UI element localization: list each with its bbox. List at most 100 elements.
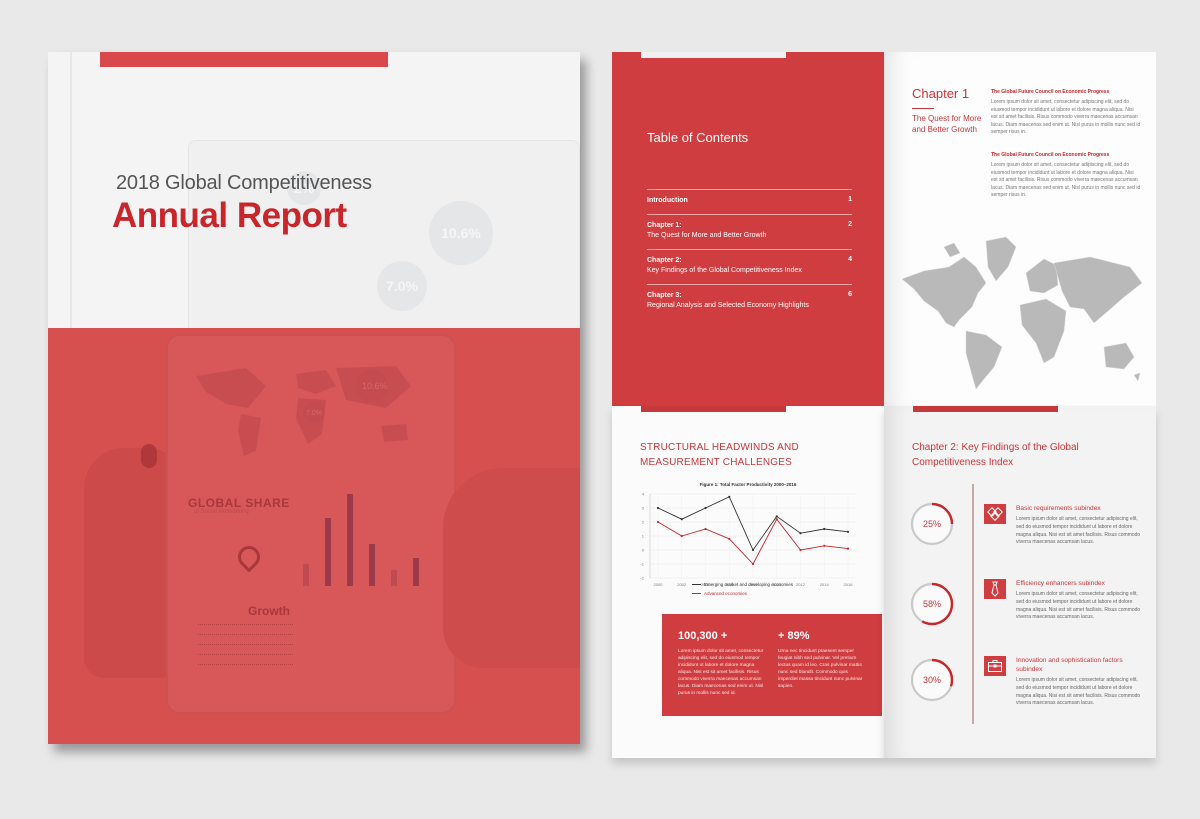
toc-item-subtitle: Regional Analysis and Selected Economy H…: [647, 302, 809, 309]
tablet-growth-row: [198, 644, 293, 649]
data-point: [846, 547, 850, 550]
toc-item-page: 1: [848, 196, 852, 203]
tablet-panel-subtitle: of Social Networking: [194, 509, 249, 515]
x-tick-label: 2012: [796, 582, 806, 587]
data-point: [680, 534, 683, 538]
cover-title: Annual Report: [112, 196, 347, 235]
toc-item-introduction[interactable]: Introduction 1: [647, 189, 852, 214]
legend-item-emerging: Emerging market and developing economies: [692, 580, 793, 589]
legend-item-advanced: Advanced economies: [692, 589, 793, 598]
toc-item-heading: Introduction: [647, 197, 688, 204]
finding-basic-requirements: Basic requirements subindex Lorem ipsum …: [984, 504, 1144, 564]
toc-item-chapter-2[interactable]: Chapter 2: Key Findings of the Global Co…: [647, 249, 852, 284]
finding-body: Lorem ipsum dolor sit amet, consectetur …: [1016, 591, 1141, 621]
data-point: [728, 495, 731, 498]
world-map-icon: [901, 236, 1143, 390]
x-tick-label: 2000: [654, 582, 664, 587]
structural-headwinds-page: STRUCTURAL HEADWINDS AND MEASUREMENT CHA…: [612, 406, 884, 758]
toc-item-page: 4: [848, 256, 852, 263]
tablet-growth-label: Growth: [248, 604, 290, 618]
stat-value: + 89%: [778, 630, 810, 642]
cover-bg-bubble: 10.6%: [429, 201, 493, 265]
report-cover: 2% 10.6% 7.0% 2018 Global Competitivenes…: [48, 52, 580, 744]
hand-left-shape: [84, 448, 179, 678]
tablet-bar: [303, 564, 309, 586]
stat-item: + 89% Urna nec tincidunt praesent semper…: [778, 630, 868, 690]
gauge-basic-requirements: 25%: [908, 500, 956, 548]
gauge-percent: 25%: [922, 519, 941, 529]
toc-item-heading: Chapter 1:: [647, 222, 682, 229]
data-point: [823, 544, 826, 547]
toc-item-page: 2: [848, 221, 852, 228]
chapter-1-subtitle: The Quest for More and Better Growth: [912, 114, 982, 134]
location-pin-icon: [233, 541, 265, 573]
tablet-growth-row: [198, 634, 293, 639]
y-tick-label: 4: [642, 492, 645, 497]
y-tick-label: 1: [642, 534, 645, 539]
tablet-growth-row: [198, 654, 293, 659]
data-point: [799, 548, 802, 552]
toc-item-subtitle: The Quest for More and Better Growth: [647, 232, 767, 239]
section-heading: STRUCTURAL HEADWINDS AND MEASUREMENT CHA…: [640, 442, 799, 468]
data-point: [656, 506, 660, 510]
chapter-2-page: Chapter 2: Key Findings of the Global Co…: [884, 406, 1156, 758]
data-point: [751, 562, 755, 566]
legend-label: Advanced economies: [704, 591, 748, 596]
cover-subtitle: 2018 Global Competitiveness: [116, 172, 372, 194]
tablet-bar: [369, 544, 375, 586]
chart-legend: Emerging market and developing economies…: [692, 580, 793, 598]
data-point: [799, 532, 802, 535]
tie-icon: [984, 579, 1006, 599]
toc-item-heading: Chapter 3:: [647, 292, 682, 299]
timeline-divider: [972, 484, 974, 724]
tablet-growth-row: [198, 664, 293, 669]
cover-tablet-image: 10.6% 7.0% GLOBAL SHARE of Social Networ…: [166, 334, 456, 714]
chapter-1-title: Chapter 1: [912, 86, 970, 101]
cover-accent-bar: [100, 52, 388, 67]
toc-item-chapter-1[interactable]: Chapter 1: The Quest for More and Better…: [647, 214, 852, 249]
hand-right-shape: [443, 468, 580, 668]
data-point: [704, 506, 707, 510]
stat-description: Lorem ipsum dolor sit amet, consectetur …: [678, 649, 764, 696]
fingernail-shape: [141, 444, 157, 468]
legend-swatch: [692, 583, 701, 586]
section-heading: The Global Future Council on Economic Pr…: [991, 152, 1110, 158]
toc-page: Table of Contents Introduction 1 Chapter…: [612, 52, 884, 406]
data-point: [728, 537, 731, 540]
tablet-world-map-icon: 10.6% 7.0%: [196, 366, 411, 456]
chapter-2-heading: Chapter 2: Key Findings of the Global Co…: [912, 442, 1079, 468]
toc-item-page: 6: [848, 291, 852, 298]
y-tick-label: -2: [640, 576, 644, 581]
section-heading: The Global Future Council on Economic Pr…: [991, 89, 1110, 95]
cover-background-tablet: 2% 10.6% 7.0%: [188, 140, 580, 340]
x-tick-label: 2014: [820, 582, 830, 587]
y-tick-label: 3: [642, 506, 645, 511]
chapter-1-page: Chapter 1 The Quest for More and Better …: [884, 52, 1156, 406]
toc-item-chapter-3[interactable]: Chapter 3: Regional Analysis and Selecte…: [647, 284, 852, 319]
page-tab-strip: [641, 406, 786, 412]
diamonds-icon: [984, 504, 1006, 524]
page-tab-strip: [913, 406, 1058, 412]
tablet-bar: [413, 558, 419, 586]
y-tick-label: 0: [642, 548, 645, 553]
legend-swatch: [692, 592, 701, 595]
x-tick-label: 2016: [844, 582, 854, 587]
data-point: [775, 518, 778, 521]
gauge-efficiency-enhancers: 58%: [908, 580, 956, 628]
tablet-bubble-label: 7.0%: [306, 410, 322, 417]
gauge-percent: 58%: [922, 599, 941, 609]
y-tick-label: -1: [640, 562, 644, 567]
tablet-panel-title: GLOBAL SHARE: [188, 496, 290, 510]
stats-box: 100,300 + Lorem ipsum dolor sit amet, co…: [662, 614, 882, 716]
section-body: Lorem ipsum dolor sit amet, consectetur …: [991, 162, 1141, 198]
y-tick-label: 2: [642, 520, 645, 525]
toc-list: Introduction 1 Chapter 1: The Quest for …: [647, 189, 852, 319]
finding-body: Lorem ipsum dolor sit amet, consectetur …: [1016, 516, 1141, 546]
cover-bg-bubble: 7.0%: [377, 261, 427, 311]
finding-efficiency-enhancers: Efficiency enhancers subindex Lorem ipsu…: [984, 579, 1144, 639]
data-point: [823, 527, 826, 531]
gauge-innovation: 30%: [908, 656, 956, 704]
chart-title: Figure 1: Total Factor Productivity 2000…: [699, 482, 797, 487]
toc-item-heading: Chapter 2:: [647, 257, 682, 264]
tablet-bar: [325, 518, 331, 586]
